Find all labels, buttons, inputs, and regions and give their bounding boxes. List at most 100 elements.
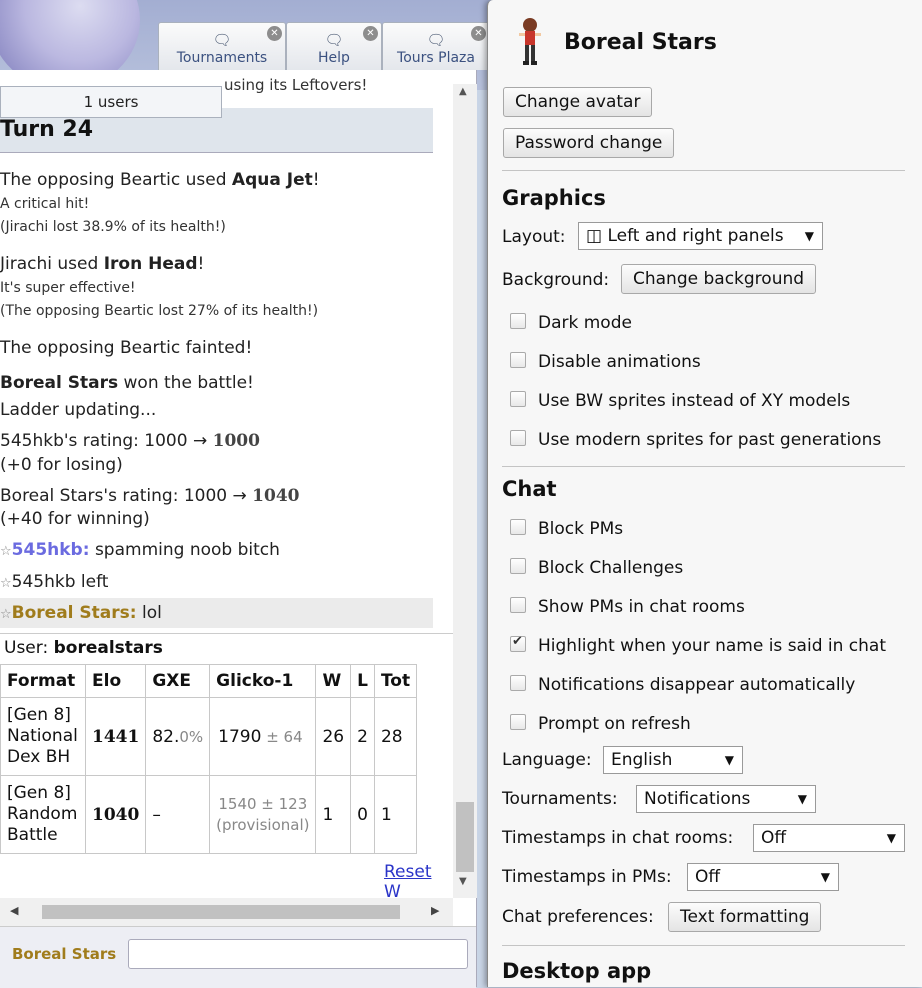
dropdown-arrow-icon: ▼ xyxy=(820,870,830,884)
vertical-scrollbar[interactable]: ▲ ▼ xyxy=(453,84,477,898)
chat-message-highlight: ☆Boreal Stars: lol xyxy=(0,598,433,628)
stats-divider xyxy=(0,633,453,634)
tournaments-label: Tournaments: xyxy=(502,789,618,809)
chat-input[interactable] xyxy=(128,939,468,969)
timestamps-rooms-label: Timestamps in chat rooms: xyxy=(502,828,734,848)
cell-glicko: 1540 ± 123 (provisional) xyxy=(209,775,317,854)
log-line: Jirachi used Iron Head! xyxy=(0,254,205,274)
cell-format: [Gen 8] Random Battle xyxy=(0,775,86,854)
background-label: Background: xyxy=(502,270,610,290)
col-tot: Tot xyxy=(373,664,418,698)
log-line: (+0 for losing) xyxy=(0,455,123,475)
dropdown-arrow-icon: ▼ xyxy=(797,792,807,806)
language-select[interactable]: English ▼ xyxy=(603,746,743,774)
chat-bubble-icon: 🗨 xyxy=(426,31,446,49)
scroll-down-icon[interactable]: ▼ xyxy=(459,876,467,887)
show-pms-checkbox[interactable] xyxy=(510,597,526,613)
scroll-up-icon[interactable]: ▲ xyxy=(459,86,467,97)
reset-link[interactable]: Reset W xyxy=(384,862,453,898)
profile-name: Boreal Stars xyxy=(564,30,717,55)
cell-gxe: 82.0% xyxy=(145,697,211,776)
col-format: Format xyxy=(0,664,86,698)
chat-bubble-icon: 🗨 xyxy=(212,31,232,49)
chat-username[interactable]: Boreal Stars xyxy=(12,945,116,963)
table-row: [Gen 8] Random Battle 1040 – 1540 ± 123(… xyxy=(0,775,418,854)
close-icon[interactable]: ✕ xyxy=(267,26,282,41)
chat-username[interactable]: 545hkb: xyxy=(12,540,90,560)
change-background-button[interactable]: Change background xyxy=(621,264,817,294)
tab-tours-plaza[interactable]: 🗨 ✕ Tours Plaza xyxy=(382,22,490,70)
block-pms-checkbox[interactable] xyxy=(510,519,526,535)
chat-notice: ☆545hkb left xyxy=(0,572,109,592)
avatar[interactable] xyxy=(514,15,546,73)
tab-tournaments[interactable]: 🗨 ✕ Tournaments xyxy=(158,22,286,70)
close-icon[interactable]: ✕ xyxy=(363,26,378,41)
cell-gxe: – xyxy=(145,775,211,854)
dropdown-arrow-icon: ▼ xyxy=(886,831,896,845)
log-line: Ladder updating... xyxy=(0,400,157,420)
section-chat: Chat xyxy=(502,477,557,501)
log-line: (Jirachi lost 38.9% of its health!) xyxy=(0,219,226,235)
checkbox-label: Block Challenges xyxy=(538,558,684,578)
block-challenges-checkbox[interactable] xyxy=(510,558,526,574)
log-line: Boreal Stars won the battle! xyxy=(0,373,254,393)
close-icon[interactable]: ✕ xyxy=(471,26,486,41)
cell-l: 0 xyxy=(350,775,375,854)
cell-elo: 1441 xyxy=(84,697,147,776)
cell-format: [Gen 8] National Dex BH xyxy=(0,697,86,776)
section-desktop-app: Desktop app xyxy=(502,959,652,983)
dark-mode-checkbox[interactable] xyxy=(510,313,526,329)
bw-sprites-checkbox[interactable] xyxy=(510,391,526,407)
change-avatar-button[interactable]: Change avatar xyxy=(503,87,653,117)
col-w: W xyxy=(315,664,352,698)
log-line: It's super effective! xyxy=(0,280,136,296)
modern-sprites-checkbox[interactable] xyxy=(510,430,526,446)
language-label: Language: xyxy=(502,750,592,770)
checkbox-label: Disable animations xyxy=(538,352,701,372)
table-header: Format Elo GXE Glicko-1 W L Tot xyxy=(0,664,418,698)
checkbox-label: Use BW sprites instead of XY models xyxy=(538,391,851,411)
divider xyxy=(502,466,905,467)
checkbox-label: Notifications disappear automatically xyxy=(538,675,856,695)
horizontal-scrollbar[interactable]: ◀ ▶ xyxy=(0,898,453,926)
scroll-thumb[interactable] xyxy=(456,802,474,872)
cell-w: 26 xyxy=(315,697,352,776)
checkbox-label: Prompt on refresh xyxy=(538,714,691,734)
scroll-left-icon[interactable]: ◀ xyxy=(10,904,18,917)
chat-username[interactable]: Boreal Stars: xyxy=(12,603,137,623)
user-count[interactable]: 1 users xyxy=(0,86,222,118)
tournaments-select[interactable]: Notifications ▼ xyxy=(636,785,816,813)
tab-help[interactable]: 🗨 ✕ Help xyxy=(286,22,382,70)
checkbox-label: Dark mode xyxy=(538,313,632,333)
battle-panel: using its Leftovers! 1 users Turn 24 The… xyxy=(0,70,477,988)
checkbox-label: Highlight when your name is said in chat xyxy=(538,636,886,656)
timestamps-pms-label: Timestamps in PMs: xyxy=(502,867,672,887)
disable-animations-checkbox[interactable] xyxy=(510,352,526,368)
dropdown-arrow-icon: ▼ xyxy=(724,753,734,767)
options-popup: Boreal Stars Change avatar Password chan… xyxy=(487,0,922,987)
text-formatting-button[interactable]: Text formatting xyxy=(668,902,822,932)
col-gxe: GXE xyxy=(145,664,211,698)
log-line: A critical hit! xyxy=(0,196,90,212)
chat-preferences-label: Chat preferences: xyxy=(502,907,654,927)
notifications-disappear-checkbox[interactable] xyxy=(510,675,526,691)
cell-elo: 1040 xyxy=(84,775,147,854)
checkbox-label: Block PMs xyxy=(538,519,624,539)
layout-select[interactable]: ◫ Left and right panels ▼ xyxy=(578,222,823,250)
log-line: The opposing Beartic used Aqua Jet! xyxy=(0,170,320,190)
cell-w: 1 xyxy=(315,775,352,854)
log-line: (The opposing Beartic lost 27% of its he… xyxy=(0,303,319,319)
battle-log: using its Leftovers! 1 users Turn 24 The… xyxy=(0,70,453,898)
timestamps-rooms-select[interactable]: Off ▼ xyxy=(753,824,905,852)
scroll-right-icon[interactable]: ▶ xyxy=(431,904,439,917)
password-change-button[interactable]: Password change xyxy=(503,128,675,158)
col-l: L xyxy=(350,664,375,698)
log-line: (+40 for winning) xyxy=(0,509,150,529)
scroll-thumb[interactable] xyxy=(42,905,400,919)
chat-message: ☆545hkb: spamming noob bitch xyxy=(0,540,280,560)
prompt-refresh-checkbox[interactable] xyxy=(510,714,526,730)
user-stats-header: User: borealstars xyxy=(4,638,163,658)
timestamps-pms-select[interactable]: Off ▼ xyxy=(687,863,839,891)
cell-l: 2 xyxy=(350,697,375,776)
highlight-name-checkbox[interactable] xyxy=(510,634,526,652)
